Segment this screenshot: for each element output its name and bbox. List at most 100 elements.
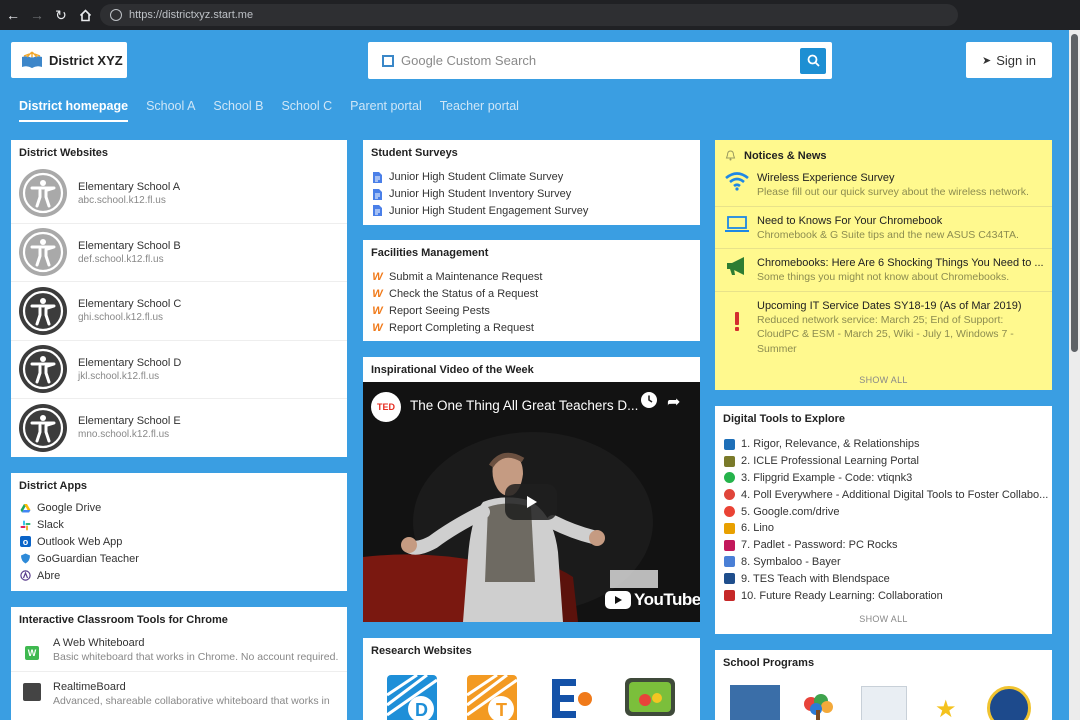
digital-tool-label: 8. Symbaloo - Bayer bbox=[741, 555, 841, 568]
digital-tool-label: 9. TES Teach with Blendspace bbox=[741, 572, 890, 585]
facilities-link[interactable]: W Report Completing a Request bbox=[363, 319, 700, 336]
search-button[interactable] bbox=[800, 47, 826, 74]
widget-title: District Apps bbox=[19, 480, 88, 492]
search-box[interactable]: Google Custom Search bbox=[368, 42, 832, 79]
tool-description: Basic whiteboard that works in Chrome. N… bbox=[53, 651, 339, 663]
youtube-logo[interactable]: YouTube bbox=[605, 590, 700, 610]
digital-tool-link[interactable]: 1. Rigor, Relevance, & Relationships bbox=[715, 436, 1052, 453]
scrollbar-thumb[interactable] bbox=[1071, 34, 1078, 352]
digital-tool-link[interactable]: 2. ICLE Professional Learning Portal bbox=[715, 453, 1052, 470]
watch-later-icon[interactable] bbox=[641, 392, 657, 408]
tab-school-c[interactable]: School C bbox=[281, 99, 332, 122]
tab-school-a[interactable]: School A bbox=[146, 99, 195, 122]
megaphone-icon bbox=[723, 256, 751, 285]
facilities-link[interactable]: W Submit a Maintenance Request bbox=[363, 269, 700, 286]
survey-link[interactable]: Junior High Student Engagement Survey bbox=[363, 203, 700, 220]
video-player[interactable]: TED The One Thing All Great Teachers D..… bbox=[363, 382, 700, 622]
browser-toolbar: ← → ↻ https://districtxyz.start.me bbox=[0, 0, 1080, 30]
address-url: https://districtxyz.start.me bbox=[129, 9, 254, 21]
app-outlook[interactable]: o Outlook Web App bbox=[11, 534, 347, 551]
widget-title: Digital Tools to Explore bbox=[723, 413, 846, 425]
globe-icon bbox=[110, 9, 122, 21]
sign-in-button[interactable]: ➤ Sign in bbox=[966, 42, 1052, 78]
digital-tools-show-all[interactable]: SHOW ALL bbox=[715, 614, 1052, 624]
scrollbar[interactable] bbox=[1069, 30, 1080, 720]
app-abre[interactable]: Abre bbox=[11, 567, 347, 584]
digital-tool-label: 7. Padlet - Password: PC Rocks bbox=[741, 539, 898, 552]
district-website-item[interactable]: Elementary School Bdef.school.k12.fl.us bbox=[11, 222, 347, 282]
news-item[interactable]: Wireless Experience Survey Please fill ou… bbox=[715, 164, 1052, 206]
widget-title: Facilities Management bbox=[371, 247, 489, 259]
digital-tool-link[interactable]: 4. Poll Everywhere - Additional Digital … bbox=[715, 486, 1052, 503]
google-forms-icon bbox=[372, 171, 383, 183]
digital-tool-icon bbox=[724, 489, 735, 501]
survey-link[interactable]: Junior High Student Inventory Survey bbox=[363, 186, 700, 203]
back-icon[interactable]: ← bbox=[2, 4, 24, 26]
research-site-icon[interactable] bbox=[625, 678, 675, 716]
tool-item[interactable]: W A Web Whiteboard Basic whiteboard that… bbox=[11, 631, 347, 671]
digital-tool-link[interactable]: 10. Future Ready Learning: Collaboration bbox=[715, 587, 1052, 604]
digital-tool-link[interactable]: 9. TES Teach with Blendspace bbox=[715, 570, 1052, 587]
app-slack[interactable]: Slack bbox=[11, 517, 347, 534]
website-name: Elementary School C bbox=[78, 298, 182, 311]
research-site-icon[interactable]: T bbox=[467, 675, 517, 720]
facilities-label: Submit a Maintenance Request bbox=[389, 271, 543, 284]
district-website-item[interactable]: Elementary School Emno.school.k12.fl.us bbox=[11, 398, 347, 457]
digital-tool-link[interactable]: 5. Google.com/drive bbox=[715, 503, 1052, 520]
district-logo[interactable]: District XYZ bbox=[11, 42, 127, 78]
facilities-link[interactable]: W Report Seeing Pests bbox=[363, 303, 700, 320]
district-website-item[interactable]: Elementary School Cghi.school.k12.fl.us bbox=[11, 281, 347, 340]
tree-logo[interactable] bbox=[797, 692, 839, 720]
digital-tool-link[interactable]: 7. Padlet - Password: PC Rocks bbox=[715, 537, 1052, 554]
app-goguardian[interactable]: GoGuardian Teacher bbox=[11, 550, 347, 567]
share-icon[interactable]: ➦ bbox=[667, 392, 680, 412]
research-site-icon[interactable] bbox=[550, 677, 596, 720]
district-apps-widget: District Apps Google Drive Slack o Outlo… bbox=[11, 473, 347, 591]
reload-icon[interactable]: ↻ bbox=[50, 4, 72, 26]
tool-title: A Web Whiteboard bbox=[53, 637, 145, 649]
accessibility-icon bbox=[19, 345, 67, 394]
notices-news-widget: Notices & News Wireless Experience Surve… bbox=[715, 140, 1052, 390]
news-item[interactable]: Upcoming IT Service Dates SY18-19 (As of… bbox=[715, 290, 1052, 363]
research-site-icon[interactable]: D bbox=[387, 675, 437, 720]
digital-tool-icon bbox=[724, 573, 735, 585]
website-name: Elementary School A bbox=[78, 180, 181, 193]
forward-icon[interactable]: → bbox=[26, 4, 48, 26]
digital-tool-icon bbox=[724, 506, 735, 518]
website-url: ghi.school.k12.fl.us bbox=[78, 312, 164, 324]
play-button[interactable] bbox=[505, 484, 557, 520]
search-input[interactable]: Google Custom Search bbox=[401, 53, 800, 68]
digital-tool-link[interactable]: 8. Symbaloo - Bayer bbox=[715, 554, 1052, 571]
book-logo-icon bbox=[22, 51, 42, 68]
home-icon[interactable] bbox=[74, 4, 96, 26]
digital-tool-label: 6. Lino bbox=[741, 522, 775, 535]
facilities-label: Report Completing a Request bbox=[389, 321, 534, 334]
video-widget: Inspirational Video of the Week TED The … bbox=[363, 357, 700, 622]
tab-teacher-portal[interactable]: Teacher portal bbox=[440, 99, 519, 122]
district-websites-widget: District Websites Elementary School Aabc… bbox=[11, 140, 347, 457]
renaissance-logo[interactable] bbox=[730, 685, 780, 720]
slack-icon bbox=[20, 520, 31, 531]
tab-parent-portal[interactable]: Parent portal bbox=[350, 99, 422, 122]
address-bar[interactable]: https://districtxyz.start.me bbox=[100, 4, 958, 26]
survey-link[interactable]: Junior High Student Climate Survey bbox=[363, 169, 700, 186]
digital-tool-link[interactable]: 3. Flipgrid Example - Code: vtiqnk3 bbox=[715, 470, 1052, 487]
tab-school-b[interactable]: School B bbox=[213, 99, 263, 122]
news-item[interactable]: Chromebooks: Here Are 6 Shocking Things … bbox=[715, 248, 1052, 291]
digital-tool-link[interactable]: 6. Lino bbox=[715, 520, 1052, 537]
digital-tool-label: 10. Future Ready Learning: Collaboration bbox=[741, 589, 943, 602]
notices-show-all[interactable]: SHOW ALL bbox=[715, 375, 1052, 385]
page-tabs: District homepage School A School B Scho… bbox=[19, 99, 537, 122]
app-google-drive[interactable]: Google Drive bbox=[11, 500, 347, 517]
document-logo[interactable] bbox=[861, 686, 907, 720]
district-website-item[interactable]: Elementary School Aabc.school.k12.fl.us bbox=[11, 164, 347, 223]
facilities-link[interactable]: W Check the Status of a Request bbox=[363, 286, 700, 303]
seal-logo[interactable] bbox=[987, 686, 1031, 720]
district-website-item[interactable]: Elementary School Djkl.school.k12.fl.us bbox=[11, 339, 347, 399]
tab-district-homepage[interactable]: District homepage bbox=[19, 99, 129, 122]
news-item[interactable]: Need to Knows For Your Chromebook Chromeb… bbox=[715, 205, 1052, 249]
news-summary: Chromebook & G Suite tips and the new AS… bbox=[757, 228, 1019, 241]
star-icon[interactable]: ★ bbox=[935, 695, 957, 720]
tool-item[interactable]: RealtimeBoard Advanced, shareable collab… bbox=[11, 671, 347, 715]
outlook-icon: o bbox=[20, 536, 31, 548]
